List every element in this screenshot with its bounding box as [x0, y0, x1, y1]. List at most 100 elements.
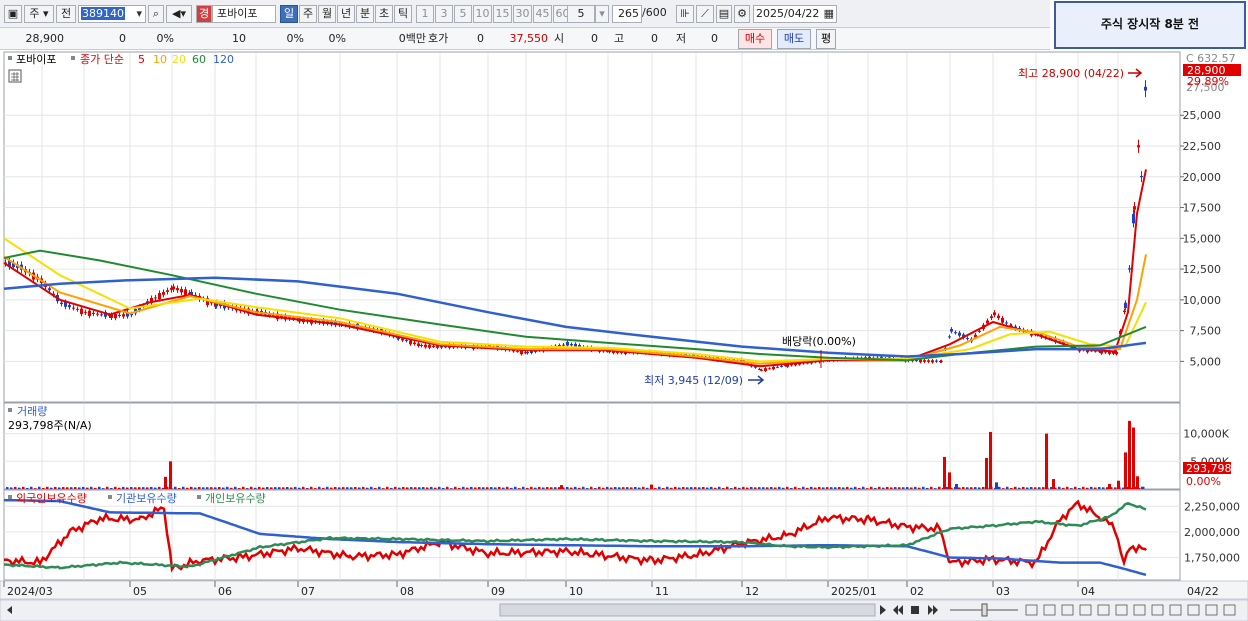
chevron-down-icon: ▾ — [136, 7, 142, 20]
volume-bar — [1141, 486, 1144, 489]
stock-code-input[interactable]: 389140 ▾ — [78, 5, 146, 23]
volume-bar — [54, 486, 57, 489]
volume-bar — [874, 487, 877, 489]
volume-bar — [750, 486, 753, 489]
period-button[interactable]: 분 — [356, 5, 374, 23]
ma-period-label: 60 — [192, 53, 206, 66]
volume-bar — [554, 487, 557, 489]
volume-bar — [150, 486, 153, 489]
candle-body — [776, 366, 779, 368]
volume-bar — [270, 487, 273, 489]
volume-bar — [366, 487, 369, 489]
volume-bar — [302, 486, 305, 489]
volume-bar — [126, 487, 129, 489]
interval-button[interactable]: 5 — [454, 5, 472, 23]
dividend-note: 배당락(0.00%) — [782, 335, 856, 348]
volume-bar — [866, 488, 869, 489]
date-input[interactable]: 2025/04/22 ▦ — [753, 5, 837, 23]
search-icon[interactable]: ⌕ — [148, 5, 164, 23]
candle-body — [92, 312, 95, 314]
stock-chart[interactable]: 25,000 22,500 20,000 17,500 15,000 12,500 10,0… — [0, 50, 1248, 621]
period-button[interactable]: 틱 — [394, 5, 412, 23]
volume-bar — [626, 487, 629, 489]
volume-bar — [614, 487, 617, 489]
volume-bar — [948, 472, 951, 489]
volume-bar — [830, 487, 833, 489]
volume-bar — [450, 488, 453, 489]
period-button[interactable]: 년 — [337, 5, 355, 23]
holdings-tick-label: 1,750,000 — [1184, 552, 1240, 565]
candle-body — [993, 312, 996, 316]
volume-bar — [378, 486, 381, 489]
volume-bar — [985, 457, 988, 489]
volume-bar — [754, 487, 757, 489]
volume-bar — [906, 487, 909, 489]
volume-bar — [230, 487, 233, 489]
period-button[interactable]: 주 — [299, 5, 317, 23]
open-value: 0 — [591, 32, 598, 45]
gear-icon[interactable]: ⚙ — [734, 5, 750, 23]
save-icon[interactable]: ▤ — [716, 5, 732, 23]
candle-body — [1144, 86, 1147, 91]
interval-button[interactable]: 10 — [473, 5, 492, 23]
all-button[interactable]: 전 — [56, 5, 76, 23]
trade-amount: 0백만 — [398, 32, 426, 45]
volume-bar — [246, 488, 249, 489]
candle-icon[interactable]: ⊪ — [676, 5, 694, 23]
volume-bar — [164, 476, 167, 489]
candle-body — [184, 289, 187, 296]
candle-body — [516, 351, 519, 353]
volume-bar — [734, 486, 737, 489]
volume-bar — [742, 486, 745, 489]
speaker-icon[interactable]: ◀▾ — [166, 5, 192, 23]
sell-button[interactable]: 매도 — [777, 29, 811, 49]
interval-button[interactable]: 45 — [533, 5, 552, 23]
chevron-down-icon: ▾ — [43, 7, 49, 20]
period-button[interactable]: 월 — [318, 5, 336, 23]
volume-bar — [634, 486, 637, 489]
volume-bar — [34, 488, 37, 489]
period-button[interactable]: 초 — [375, 5, 393, 23]
x-tick-label: 10 — [569, 585, 583, 598]
y-tick-label: 20,000 — [1183, 171, 1222, 184]
volume-bar — [10, 487, 13, 489]
volume-bar — [78, 487, 81, 489]
hoga-value: 0 — [477, 32, 484, 45]
buy-button[interactable]: 매수 — [738, 29, 772, 49]
interval-select[interactable]: 5 — [567, 5, 595, 23]
volume-bar — [1108, 484, 1111, 489]
interval-button[interactable]: 1 — [416, 5, 434, 23]
market-type-select[interactable]: 주 ▾ — [24, 5, 54, 23]
volume-bar — [498, 486, 501, 489]
volume-bar — [330, 487, 333, 489]
volume-bar — [698, 487, 701, 489]
volume-bar — [18, 487, 21, 489]
volume-bar — [94, 487, 97, 489]
volume-bar — [458, 487, 461, 489]
interval-button[interactable]: 15 — [493, 5, 512, 23]
period-button[interactable]: 일 — [280, 5, 298, 23]
candle-body — [935, 360, 938, 362]
volume-bar — [882, 487, 885, 489]
window-icon[interactable]: ▣ — [4, 5, 22, 23]
volume-bar — [930, 486, 933, 489]
interval-button[interactable]: 30 — [513, 5, 532, 23]
panel-marker-icon — [108, 495, 112, 499]
count-input[interactable]: 265 — [612, 5, 642, 23]
volume-bar — [726, 486, 729, 489]
candle-body — [80, 308, 83, 315]
eval-button[interactable]: 평 — [816, 29, 836, 49]
volume-bar — [222, 487, 225, 489]
stock-name-field[interactable]: 포바이포 — [212, 5, 276, 23]
candle-body — [122, 314, 125, 317]
draw-line-icon[interactable]: ⟋ — [696, 5, 714, 23]
interval-button[interactable]: 3 — [435, 5, 453, 23]
candle-body — [1001, 317, 1004, 323]
volume-bar — [910, 487, 913, 489]
candle-body — [526, 352, 529, 354]
volume-bar — [442, 487, 445, 489]
x-tick-label: 05 — [133, 585, 147, 598]
chevron-down-icon[interactable]: ▾ — [595, 5, 609, 23]
volume-bar — [858, 487, 861, 489]
stock-tag-badge: 경 — [196, 5, 212, 23]
